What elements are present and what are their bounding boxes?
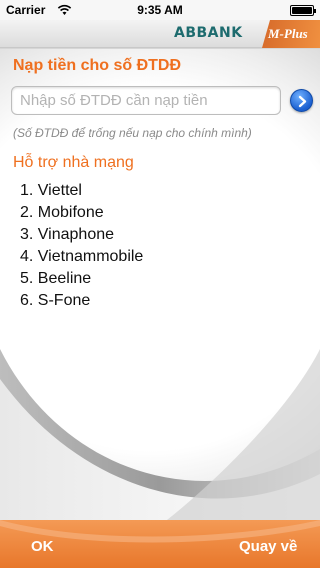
list-item: 4. Vietnammobile (20, 248, 144, 265)
list-item: 6. S-Fone (20, 292, 91, 309)
carrier-list: 1. Viettel 2. Mobifone 3. Vinaphone 4. V… (20, 180, 143, 312)
phone-hint: (Số ĐTDĐ để trống nếu nạp cho chính mình… (13, 126, 252, 140)
chevron-right-icon (298, 95, 307, 108)
back-button[interactable]: Quay về (239, 538, 297, 555)
mplus-logo: M-Plus (262, 20, 320, 48)
battery-icon (290, 5, 316, 16)
phone-number-input[interactable] (11, 86, 281, 115)
abbank-logo: ABBANK (174, 25, 243, 41)
list-item: 3. Vinaphone (20, 226, 115, 243)
clock: 9:35 AM (137, 3, 183, 17)
brand-header: ABBANK M-Plus (0, 20, 320, 48)
list-item: 2. Mobifone (20, 204, 104, 221)
submit-arrow-button[interactable] (290, 89, 313, 112)
status-bar: Carrier 9:35 AM (0, 0, 320, 20)
list-item: 5. Beeline (20, 270, 92, 287)
carrier-heading: Hỗ trợ nhà mạng (13, 154, 134, 171)
ok-button[interactable]: OK (31, 538, 54, 555)
list-item: 1. Viettel (20, 182, 82, 199)
page-title: Nạp tiền cho số ĐTDĐ (13, 57, 182, 74)
